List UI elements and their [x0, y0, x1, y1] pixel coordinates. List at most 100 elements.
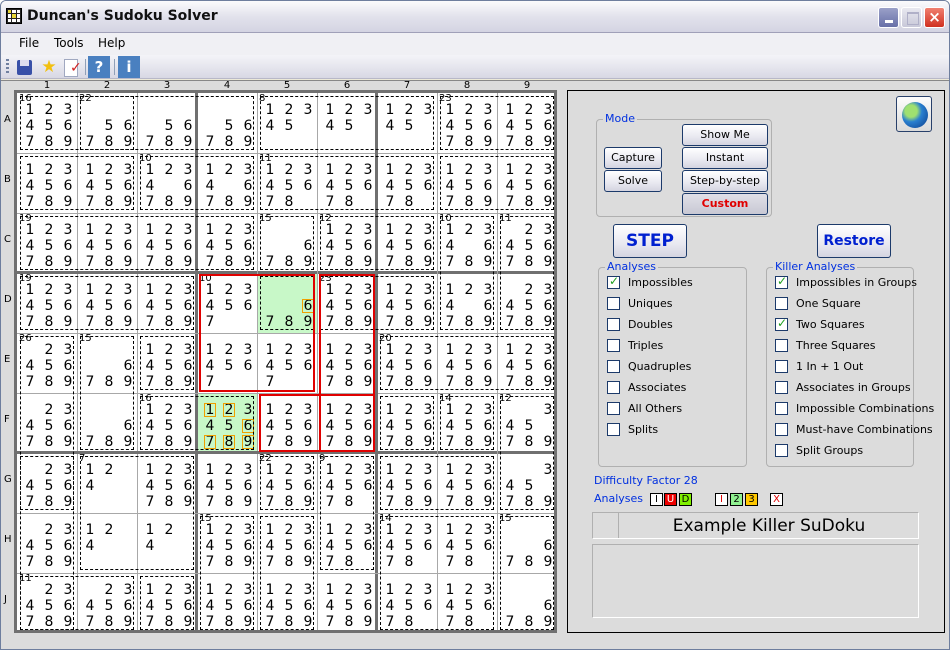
cell-F7[interactable]: 123 456 789 [377, 393, 437, 453]
candidate[interactable]: 4 [200, 478, 220, 494]
candidate[interactable]: 3 [238, 582, 258, 598]
cell-B9[interactable]: 123 456 789 [497, 153, 557, 213]
candidate[interactable]: 8 [519, 134, 539, 150]
cell-F1[interactable]: 23 456 789 [17, 393, 77, 453]
candidate[interactable]: 6 [418, 538, 438, 554]
candidate[interactable]: 2 [279, 162, 299, 178]
cell-D3[interactable]: 123456789 [137, 273, 197, 333]
candidate[interactable]: 2 [99, 222, 119, 238]
candidate[interactable]: 5 [459, 598, 479, 614]
candidate[interactable]: 3 [478, 222, 498, 238]
candidate[interactable]: 6 [238, 538, 258, 554]
cell-E5[interactable]: 123 456 7 [257, 333, 317, 393]
cell-E8[interactable]: 123 456 789 [437, 333, 497, 393]
candidate[interactable]: 9 [238, 614, 258, 630]
solve-button[interactable]: Solve [604, 170, 662, 192]
candidate[interactable]: 7 [200, 254, 220, 270]
candidate[interactable]: 9 [241, 434, 255, 450]
candidate[interactable]: 8 [279, 194, 299, 210]
candidate[interactable]: 7 [20, 434, 40, 450]
candidate[interactable]: 5 [279, 418, 299, 434]
candidate[interactable]: 8 [399, 254, 419, 270]
candidate[interactable]: 1 [80, 522, 100, 538]
candidate[interactable]: 4 [20, 358, 40, 374]
candidate[interactable]: 2 [279, 342, 299, 358]
candidate[interactable]: 8 [519, 254, 539, 270]
candidate[interactable]: 7 [320, 314, 340, 330]
notes-area[interactable] [592, 544, 919, 618]
candidate[interactable]: 4 [320, 598, 340, 614]
candidate[interactable]: 7 [260, 494, 280, 510]
candidate[interactable]: 6 [538, 358, 558, 374]
candidate[interactable]: 6 [478, 238, 498, 254]
candidate[interactable]: 3 [58, 102, 78, 118]
candidate[interactable]: 6 [58, 298, 78, 314]
candidate[interactable]: 2 [399, 522, 419, 538]
candidate[interactable]: 2 [39, 402, 59, 418]
candidate[interactable]: 4 [200, 598, 220, 614]
candidate[interactable]: 4 [440, 298, 460, 314]
candidate[interactable]: 7 [260, 314, 280, 330]
candidate[interactable]: 6 [301, 298, 315, 314]
candidate[interactable]: 3 [238, 282, 258, 298]
candidate[interactable]: 5 [339, 418, 359, 434]
candidate[interactable]: 1 [140, 162, 160, 178]
candidate[interactable]: 4 [320, 118, 340, 134]
help-icon[interactable]: ? [88, 56, 110, 78]
candidate[interactable]: 2 [399, 282, 419, 298]
candidate[interactable]: 2 [399, 102, 419, 118]
cell-C6[interactable]: 1 2 3 4 5 6 7 8 9 12 [317, 213, 377, 273]
candidate[interactable]: 2 [519, 162, 539, 178]
candidate[interactable]: 6 [58, 118, 78, 134]
globe-icon[interactable] [896, 96, 932, 132]
candidate[interactable]: 4 [80, 298, 100, 314]
candidate[interactable]: 6 [538, 238, 558, 254]
candidate[interactable]: 7 [380, 554, 400, 570]
candidate[interactable]: 5 [99, 598, 119, 614]
candidate[interactable]: 7 [260, 434, 280, 450]
candidate[interactable]: 4 [200, 238, 220, 254]
cell-F8[interactable]: 1 2 3 4 5 6 7 8 9 14 [437, 393, 497, 453]
candidate[interactable]: 3 [118, 222, 138, 238]
checkbox-label[interactable]: Split Groups [796, 444, 863, 457]
candidate[interactable]: 6 [238, 118, 258, 134]
candidate[interactable]: 3 [478, 102, 498, 118]
cell-F9[interactable]: 3 4 5 7 8 9 12 [497, 393, 557, 453]
candidate[interactable]: 6 [538, 598, 558, 614]
candidate[interactable]: 7 [320, 494, 340, 510]
candidate[interactable]: 4 [500, 178, 520, 194]
cell-A7[interactable]: 123 45 [377, 93, 437, 153]
candidate[interactable]: 2 [219, 522, 239, 538]
cell-B1[interactable]: 123 456 789 [17, 153, 77, 213]
candidate[interactable]: 8 [279, 494, 299, 510]
checkbox-label[interactable]: Quadruples [628, 360, 691, 373]
cell-E2[interactable]: 6 7 8 9 15 [77, 333, 137, 393]
candidate[interactable]: 8 [219, 254, 239, 270]
candidate[interactable]: 4 [20, 538, 40, 554]
candidate[interactable]: 3 [418, 282, 438, 298]
candidate[interactable]: 8 [219, 614, 239, 630]
candidate[interactable]: 9 [238, 194, 258, 210]
candidate[interactable]: 9 [418, 314, 438, 330]
candidate[interactable]: 8 [279, 614, 299, 630]
candidate[interactable]: 5 [399, 358, 419, 374]
cell-G8[interactable]: 123 456 789 [437, 453, 497, 513]
cell-F2[interactable]: 6 789 [77, 393, 137, 453]
candidate[interactable]: 5 [39, 118, 59, 134]
candidate[interactable]: 1 [440, 522, 460, 538]
candidate[interactable]: 7 [260, 374, 280, 390]
candidate[interactable]: 3 [238, 522, 258, 538]
close-button[interactable]: × [924, 7, 945, 28]
cell-F6[interactable]: 123456789 [317, 393, 377, 453]
candidate[interactable]: 1 [380, 462, 400, 478]
candidate[interactable]: 7 [500, 194, 520, 210]
candidate[interactable]: 4 [440, 598, 460, 614]
cell-G7[interactable]: 123 456 789 [377, 453, 437, 513]
cell-J1[interactable]: 2 3 4 5 6 7 8 9 11 [17, 573, 77, 633]
candidate[interactable]: 1 [140, 402, 160, 418]
candidate[interactable]: 8 [279, 314, 299, 330]
candidate[interactable]: 3 [58, 282, 78, 298]
cell-A4[interactable]: 56 789 [197, 93, 257, 153]
candidate[interactable]: 3 [58, 462, 78, 478]
candidate[interactable]: 6 [418, 238, 438, 254]
